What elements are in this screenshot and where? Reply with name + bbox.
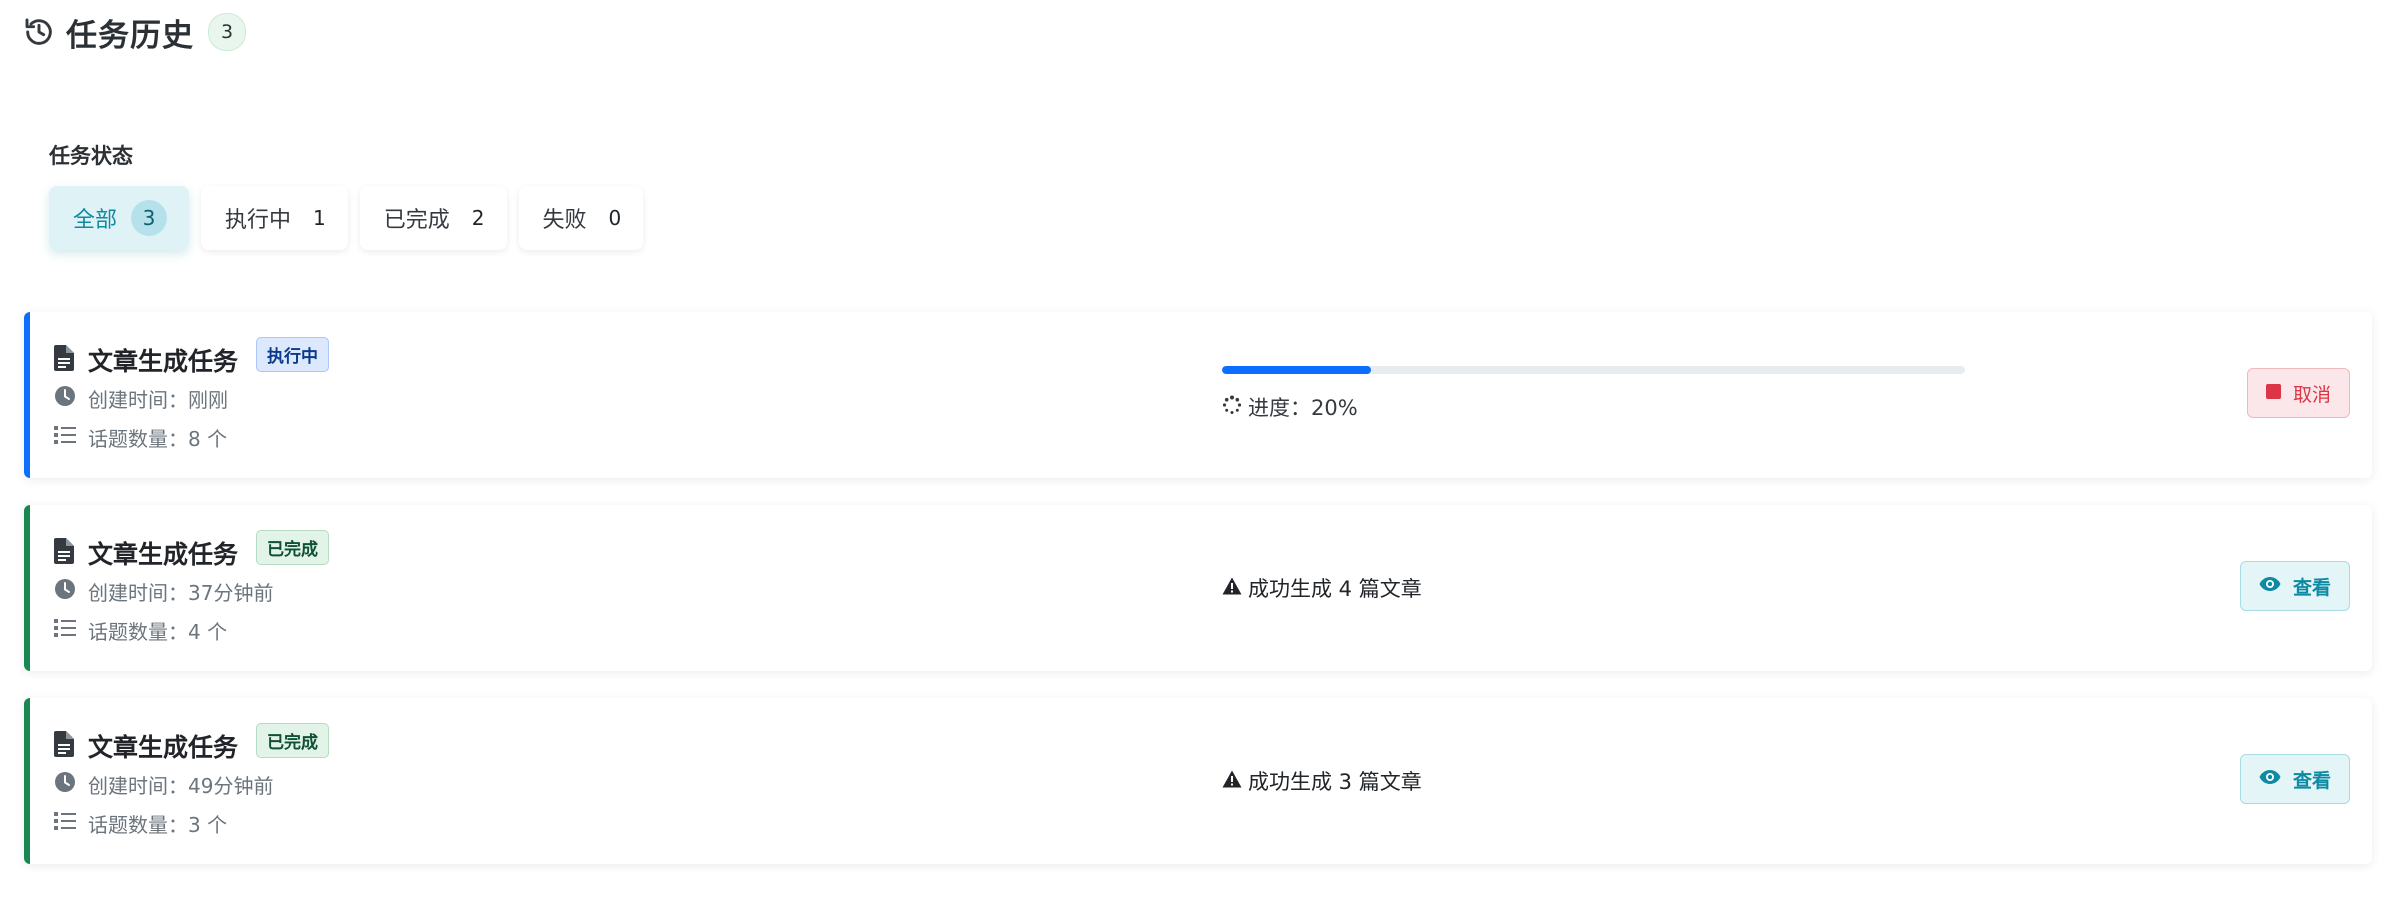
progress-text: 进度：20% (1248, 396, 1358, 420)
file-icon (54, 345, 74, 375)
filter-label-text: 全部 (73, 208, 118, 233)
progress-bar (1222, 366, 1965, 374)
result-text: 成功生成 3 篇文章 (1248, 770, 1422, 794)
topic-count-row: 话题数量：8 个 (54, 423, 227, 452)
filter-label-text: 失败 (542, 208, 587, 233)
status-filter-group: 全部 3 执行中 1 已完成 2 失败 0 (49, 186, 644, 250)
task-card: 文章生成任务 已完成 创建时间：37分钟前 话题数量：4 个 成功生成 4 篇文… (24, 505, 2372, 671)
spinner-icon (1222, 395, 1242, 420)
task-title: 文章生成任务 (88, 733, 239, 762)
topic-count-row: 话题数量：3 个 (54, 809, 227, 838)
task-card: 文章生成任务 执行中 创建时间：刚刚 话题数量：8 个 进度：20% 取消 (24, 312, 2372, 478)
filter-label: 任务状态 (49, 144, 133, 168)
status-badge: 执行中 (256, 336, 330, 372)
filter-all-button[interactable]: 全部 3 (49, 186, 190, 250)
view-button[interactable]: 查看 (2239, 754, 2350, 804)
warning-icon (1222, 576, 1242, 600)
task-title: 文章生成任务 (88, 540, 239, 569)
filter-failed-button[interactable]: 失败 0 (518, 186, 644, 250)
page-title: 任务历史 (66, 17, 194, 54)
created-time: 创建时间：37分钟前 (88, 581, 274, 605)
task-title-row: 文章生成任务 执行中 (54, 336, 330, 378)
created-time-row: 创建时间：刚刚 (54, 384, 228, 413)
warning-icon (1222, 769, 1242, 793)
view-label: 查看 (2292, 769, 2331, 792)
topic-count: 话题数量：3 个 (88, 813, 228, 837)
task-title-row: 文章生成任务 已完成 (54, 529, 330, 571)
created-time-row: 创建时间：49分钟前 (54, 770, 273, 799)
stop-icon (2265, 382, 2281, 404)
result-text: 成功生成 4 篇文章 (1248, 577, 1422, 601)
filter-running-button[interactable]: 执行中 1 (201, 186, 348, 250)
task-card: 文章生成任务 已完成 创建时间：49分钟前 话题数量：3 个 成功生成 3 篇文… (24, 698, 2372, 864)
topic-count-row: 话题数量：4 个 (54, 616, 227, 645)
filter-count: 2 (471, 206, 485, 230)
history-icon (22, 15, 56, 49)
eye-icon (2259, 768, 2281, 790)
filter-completed-button[interactable]: 已完成 2 (359, 186, 507, 250)
created-time-row: 创建时间：37分钟前 (54, 577, 273, 606)
list-icon (54, 618, 76, 643)
file-icon (54, 731, 74, 761)
filter-count: 0 (608, 206, 622, 230)
result-status: 成功生成 4 篇文章 (1222, 573, 1422, 603)
created-time: 创建时间：49分钟前 (88, 774, 274, 798)
result-status: 成功生成 3 篇文章 (1222, 766, 1422, 796)
progress-fill (1222, 366, 1371, 374)
created-time: 创建时间：刚刚 (88, 388, 228, 412)
task-title-row: 文章生成任务 已完成 (54, 722, 330, 764)
topic-count: 话题数量：8 个 (88, 427, 228, 451)
file-icon (54, 538, 74, 568)
page-header: 任务历史 3 (22, 10, 246, 54)
task-title: 文章生成任务 (88, 347, 239, 376)
clock-icon (54, 771, 76, 798)
list-icon (54, 811, 76, 836)
filter-count: 3 (131, 200, 168, 236)
view-button[interactable]: 查看 (2239, 561, 2350, 611)
cancel-button[interactable]: 取消 (2246, 368, 2350, 418)
progress-status: 进度：20% (1222, 392, 1358, 422)
view-label: 查看 (2292, 576, 2331, 599)
filter-label-text: 已完成 (383, 208, 450, 233)
filter-label-text: 执行中 (225, 208, 292, 233)
clock-icon (54, 578, 76, 605)
list-icon (54, 425, 76, 450)
filter-count: 1 (313, 206, 326, 230)
status-badge: 已完成 (256, 529, 330, 565)
clock-icon (54, 385, 76, 412)
cancel-label: 取消 (2292, 383, 2331, 406)
task-count-badge: 3 (208, 13, 246, 51)
status-badge: 已完成 (256, 722, 330, 758)
topic-count: 话题数量：4 个 (88, 620, 228, 644)
eye-icon (2259, 575, 2281, 597)
